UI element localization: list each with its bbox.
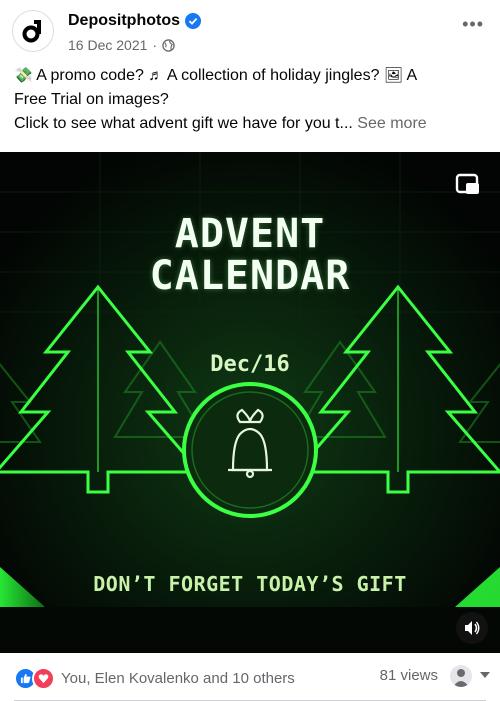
- avatar[interactable]: [12, 10, 54, 52]
- globe-icon: [162, 38, 175, 52]
- money-emoji-icon: 💸: [14, 67, 33, 84]
- caption-text-1b: A collection of holiday jingles?: [166, 67, 380, 84]
- picture-emoji-icon: 🖼: [383, 67, 403, 84]
- post-caption: 💸 A promo code? ♬ A collection of holida…: [14, 64, 488, 136]
- caption-text-1a: A promo code?: [36, 67, 144, 84]
- advent-date: Dec/16: [210, 352, 290, 377]
- gift-call-to-action: DON’T FORGET TODAY’S GIFT: [93, 572, 407, 596]
- post-header: Depositphotos 16 Dec 2021 · •••: [0, 0, 500, 62]
- author-name[interactable]: Depositphotos: [68, 12, 180, 30]
- caption-line-3: Click to see what advent gift we have fo…: [14, 112, 488, 136]
- view-count: 81 views: [379, 667, 438, 684]
- caption-line-2: Free Trial on images?: [14, 91, 169, 108]
- author-name-row: Depositphotos: [68, 12, 201, 30]
- see-more-link[interactable]: See more: [357, 115, 426, 132]
- advent-title-line-2: CALENDAR: [149, 253, 351, 299]
- pip-icon: [455, 173, 479, 194]
- reactions-summary[interactable]: You, Elen Kovalenko and 10 others: [14, 667, 295, 690]
- viewer-avatar[interactable]: [450, 665, 472, 687]
- post-meta: 16 Dec 2021 ·: [68, 37, 175, 53]
- more-options-button[interactable]: •••: [462, 14, 484, 35]
- post-footer: You, Elen Kovalenko and 10 others 81 vie…: [0, 653, 500, 701]
- volume-icon: [465, 621, 480, 635]
- love-icon: [32, 667, 55, 690]
- caption-line-1: 💸 A promo code? ♬ A collection of holida…: [14, 64, 488, 88]
- meta-separator: ·: [152, 37, 158, 53]
- caption-text-3: Click to see what advent gift we have fo…: [14, 115, 353, 132]
- advent-title-line-1: ADVENT: [174, 211, 326, 257]
- chevron-down-icon[interactable]: [480, 672, 490, 678]
- caption-text-1c: A: [406, 67, 418, 84]
- music-note-emoji-icon: ♬: [148, 67, 164, 84]
- depositphotos-logo-icon: [22, 20, 41, 43]
- volume-button[interactable]: [456, 612, 488, 644]
- reactions-text: You, Elen Kovalenko and 10 others: [61, 670, 295, 687]
- pip-button[interactable]: [454, 170, 482, 198]
- verified-badge-icon: [185, 13, 201, 29]
- post-date[interactable]: 16 Dec 2021: [68, 37, 147, 53]
